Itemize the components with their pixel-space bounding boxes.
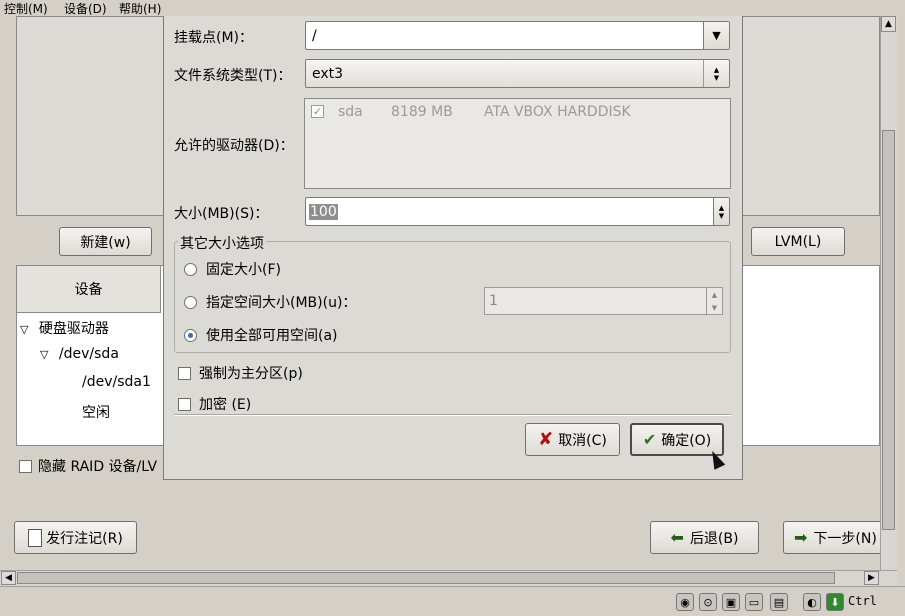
ok-label: 确定(O) xyxy=(661,432,712,449)
scroll-left-arrow[interactable]: ◀ xyxy=(1,571,16,585)
fs-type-value: ext3 xyxy=(312,65,344,82)
upto-size-radio[interactable] xyxy=(184,295,197,309)
size-label: 大小(MB)(S)： xyxy=(174,206,269,222)
mount-point-label: 挂载点(M)： xyxy=(174,30,254,46)
fill-space-label: 使用全部可用空间(a) xyxy=(206,328,338,344)
release-notes-label: 发行注记(R) xyxy=(46,530,123,547)
tree-row-free[interactable]: 空闲 xyxy=(82,402,110,422)
tree-label: 硬盘驱动器 xyxy=(38,321,109,337)
force-primary-label: 强制为主分区(p) xyxy=(199,366,303,382)
fixed-size-option[interactable]: 固定大小(F) xyxy=(184,259,281,279)
fs-type-select[interactable]: ext3 ▲ ▼ xyxy=(305,59,730,88)
drive-model: ATA VBOX HARDDISK xyxy=(484,103,631,120)
scroll-up-arrow[interactable]: ▲ xyxy=(881,16,896,32)
tree-label: /dev/sda xyxy=(58,346,119,362)
device-column-label: 设备 xyxy=(74,282,103,298)
fixed-size-label: 固定大小(F) xyxy=(206,262,281,278)
horizontal-scroll-thumb[interactable] xyxy=(17,572,835,584)
release-notes-button[interactable]: 发行注记(R) xyxy=(14,521,137,554)
menu-control[interactable]: 控制(M) xyxy=(4,0,48,17)
force-primary-option[interactable]: 强制为主分区(p) xyxy=(178,363,303,383)
fs-type-label: 文件系统类型(T)： xyxy=(174,68,292,84)
expander-icon[interactable]: ▽ xyxy=(40,348,48,361)
upto-size-label: 指定空间大小(MB)(u)： xyxy=(206,295,357,311)
drive-size: 8189 MB xyxy=(391,103,453,120)
tree-row-sda[interactable]: ▽ /dev/sda xyxy=(40,346,119,362)
size-spinbutton[interactable]: 100 ▲ ▼ xyxy=(305,197,730,226)
menu-help[interactable]: 帮助(H) xyxy=(119,0,161,17)
drive-row-sda[interactable]: ✓ sda 8189 MB ATA VBOX HARDDISK xyxy=(311,104,631,120)
chevron-down-icon[interactable]: ▼ xyxy=(703,22,729,49)
tree-row-disks[interactable]: ▽ 硬盘驱动器 xyxy=(20,318,109,338)
vm-status-bar: ◉ ⊙ ▣ ▭ ▤ ◐ ⬇ Ctrl xyxy=(0,586,905,616)
display-icon[interactable]: ▤ xyxy=(770,593,788,611)
upto-size-option[interactable]: 指定空间大小(MB)(u)： xyxy=(184,292,356,312)
updown-icon[interactable]: ▲ ▼ xyxy=(703,60,729,87)
mount-point-value: / xyxy=(312,27,317,44)
tree-row-sda1[interactable]: /dev/sda1 xyxy=(82,374,151,390)
next-button[interactable]: ➡ 下一步(N) xyxy=(783,521,884,554)
spin-arrows-icon[interactable]: ▲ ▼ xyxy=(713,198,729,225)
mount-point-combo[interactable]: / ▼ xyxy=(305,21,730,50)
upto-size-spinbutton[interactable]: 1 ▲ ▼ xyxy=(484,287,723,315)
upto-size-value: 1 xyxy=(489,293,498,309)
hide-raid-label: 隐藏 RAID 设备/LV xyxy=(38,459,158,475)
allowed-drives-label: 允许的驱动器(D)： xyxy=(174,138,294,154)
back-button[interactable]: ⬅ 后退(B) xyxy=(650,521,759,554)
hard-disk-icon[interactable]: ◉ xyxy=(676,593,694,611)
cd-rom-icon[interactable]: ⊙ xyxy=(699,593,717,611)
mouse-integration-icon[interactable]: ◐ xyxy=(803,593,821,611)
other-size-options-title: 其它大小选项 xyxy=(178,233,266,253)
back-label: 后退(B) xyxy=(689,530,739,547)
fixed-size-radio[interactable] xyxy=(184,262,197,276)
hide-raid-row[interactable]: 隐藏 RAID 设备/LV xyxy=(19,456,157,476)
new-button[interactable]: 新建(w) xyxy=(59,227,152,256)
encrypt-checkbox[interactable] xyxy=(178,397,191,411)
drive-checkbox[interactable]: ✓ xyxy=(311,105,324,118)
document-icon xyxy=(28,528,43,547)
scroll-right-arrow[interactable]: ▶ xyxy=(864,571,879,585)
menu-bar: 控制(M) 设备(D) 帮助(H) xyxy=(0,0,905,16)
fill-space-radio[interactable] xyxy=(184,328,197,342)
cancel-label: 取消(C) xyxy=(558,432,607,449)
keyboard-capture-icon[interactable]: ⬇ xyxy=(826,593,844,611)
arrow-right-icon: ➡ xyxy=(794,528,808,547)
host-key-label: Ctrl xyxy=(848,594,877,608)
ok-check-icon: ✔ xyxy=(642,430,657,449)
arrow-left-icon: ⬅ xyxy=(670,528,684,547)
close-icon: ✘ xyxy=(538,429,554,450)
lvm-button[interactable]: LVM(L) xyxy=(751,227,845,256)
force-primary-checkbox[interactable] xyxy=(178,366,191,380)
drive-name: sda xyxy=(338,103,363,120)
next-label: 下一步(N) xyxy=(813,530,877,547)
dialog-separator xyxy=(174,414,731,416)
menu-devices[interactable]: 设备(D) xyxy=(64,0,107,17)
size-value: 100 xyxy=(309,203,338,220)
device-column-header[interactable]: 设备 xyxy=(16,265,161,313)
network-icon[interactable]: ▣ xyxy=(722,593,740,611)
shared-folder-icon[interactable]: ▭ xyxy=(745,593,763,611)
cancel-button[interactable]: ✘ 取消(C) xyxy=(525,423,620,456)
fill-space-option[interactable]: 使用全部可用空间(a) xyxy=(184,325,338,345)
expander-icon[interactable]: ▽ xyxy=(20,323,28,336)
vertical-scroll-thumb[interactable] xyxy=(882,130,895,530)
encrypt-label: 加密 (E) xyxy=(199,397,252,413)
hide-raid-checkbox[interactable] xyxy=(19,459,32,473)
encrypt-option[interactable]: 加密 (E) xyxy=(178,394,251,414)
spin-arrows-icon[interactable]: ▲ ▼ xyxy=(706,288,722,314)
